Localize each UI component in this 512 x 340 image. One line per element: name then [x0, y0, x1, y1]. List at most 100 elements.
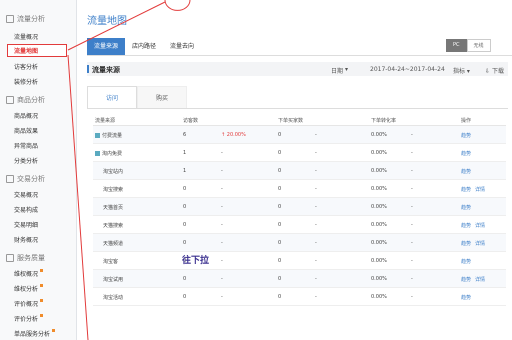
date-range[interactable]: 2017-04-24~2017-04-24 [370, 66, 445, 73]
sidebar-item-finance-overview[interactable]: 财务概况 [14, 235, 38, 244]
page-title: 流量地图 [87, 16, 127, 27]
sidebar-item-review-overview[interactable]: 评价概况 [14, 299, 44, 308]
sidebar-item-product-overview[interactable]: 商品概况 [14, 111, 38, 120]
chevron-down-icon[interactable]: ▾ [345, 66, 348, 73]
row-buyers: 0 [278, 204, 282, 210]
row-source: 淘内免费 [95, 150, 122, 157]
row-source: 淘宝活动 [103, 295, 124, 301]
col-visitors: 访客数 [183, 118, 199, 124]
divider [87, 108, 508, 109]
row-buyers: 0 [278, 240, 282, 246]
new-badge-icon [52, 329, 56, 332]
row-buyers: 0 [278, 258, 282, 264]
sidebar-item-abnormal-product[interactable]: 异常商品 [14, 141, 38, 150]
checkbox-icon[interactable] [95, 133, 100, 138]
product-icon [6, 96, 14, 104]
table-row: 淘内免费 1 - 0 - 0.00% - 趋势 [93, 144, 506, 162]
row-buyers: 0 [278, 168, 282, 174]
table-row: 天猫频道 0 - 0 - 0.00% - 趋势 详情 [93, 234, 506, 252]
detail-link[interactable]: 详情 [475, 222, 485, 229]
section-title: 流量来源 [92, 66, 120, 74]
row-conversion-trend: - [411, 204, 413, 210]
col-buyers: 下单买家数 [278, 118, 304, 124]
sidebar-section-product: 商品分析 [6, 95, 45, 105]
tab-traffic-source[interactable]: 流量来源 [87, 38, 126, 55]
row-conversion: 0.00% [371, 168, 387, 174]
table-row: 付费流量 6 ↑ 20.00% 0 - 0.00% - 趋势 [93, 126, 506, 144]
detail-link[interactable]: 详情 [475, 240, 485, 247]
subtab-purchase[interactable]: 购买 [137, 86, 188, 108]
trend-link[interactable]: 趋势 [461, 186, 471, 193]
row-conversion: 0.00% [371, 132, 387, 138]
row-buyers: 0 [278, 222, 282, 228]
row-conversion: 0.00% [371, 276, 387, 282]
sidebar-item-trade-overview[interactable]: 交易概况 [14, 190, 38, 199]
row-buyers-trend: - [315, 258, 317, 264]
sidebar-item-trade-composition[interactable]: 交易构成 [14, 205, 38, 214]
wireless-toggle-button[interactable]: 无线 [466, 39, 491, 52]
sidebar-section-trade: 交易分析 [6, 174, 45, 184]
trade-icon [6, 175, 14, 183]
new-badge-icon [40, 269, 44, 272]
row-conversion: 0.00% [371, 294, 387, 300]
row-source: 天猫首页 [103, 205, 124, 211]
col-conversion: 下单转化率 [371, 118, 397, 124]
sidebar-item-product-effect[interactable]: 商品效果 [14, 126, 38, 135]
sidebar-item-single-service[interactable]: 单品服务分析 [14, 329, 56, 338]
trend-link[interactable]: 趋势 [461, 222, 471, 229]
metric-dropdown[interactable]: 指标 ▾ [453, 66, 470, 75]
row-buyers-trend: - [315, 168, 317, 174]
trend-link[interactable]: 趋势 [461, 132, 471, 139]
row-conversion: 0.00% [371, 186, 387, 192]
row-visitors-trend: - [221, 222, 223, 228]
pc-toggle-button[interactable]: PC [446, 39, 467, 52]
sidebar-item-trade-detail[interactable]: 交易明细 [14, 220, 38, 229]
sidebar-item-traffic-map[interactable]: 流量地图 [7, 44, 67, 57]
row-buyers-trend: - [315, 204, 317, 210]
sidebar-item-decoration-analysis[interactable]: 装修分析 [14, 77, 38, 86]
row-conversion-trend: - [411, 276, 413, 282]
trend-link[interactable]: 趋势 [461, 168, 471, 175]
trend-link[interactable]: 趋势 [461, 276, 471, 283]
row-visitors: 0 [183, 222, 187, 228]
download-button[interactable]: ⇩ 下载 [485, 66, 504, 75]
checkbox-icon[interactable] [95, 151, 100, 156]
sidebar-item-review-analysis[interactable]: 评价分析 [14, 314, 44, 323]
trend-link[interactable]: 趋势 [461, 204, 471, 211]
sidebar-item-visitor-analysis[interactable]: 访客分析 [14, 62, 38, 71]
row-conversion: 0.00% [371, 204, 387, 210]
tab-traffic-destination[interactable]: 流量去向 [163, 38, 201, 55]
trend-link[interactable]: 趋势 [461, 150, 471, 157]
table-row: 淘宝站内 1 - 0 - 0.00% - 趋势 [93, 162, 506, 180]
row-visitors-trend: - [221, 168, 223, 174]
tab-store-path[interactable]: 店内路径 [125, 38, 163, 55]
sidebar-item-traffic-overview[interactable]: 流量概况 [14, 32, 38, 41]
detail-link[interactable]: 详情 [475, 186, 485, 193]
row-conversion: 0.00% [371, 258, 387, 264]
sidebar-item-rights-analysis[interactable]: 维权分析 [14, 284, 44, 293]
sidebar-section-service: 服务质量 [6, 253, 45, 263]
row-buyers-trend: - [315, 240, 317, 246]
row-buyers: 0 [278, 276, 282, 282]
trend-link[interactable]: 趋势 [461, 258, 471, 265]
row-visitors: 0 [183, 186, 187, 192]
row-conversion: 0.00% [371, 240, 387, 246]
detail-link[interactable]: 详情 [475, 276, 485, 283]
col-actions: 操作 [461, 118, 472, 124]
trend-link[interactable]: 趋势 [461, 240, 471, 247]
row-source: 淘宝站内 [103, 169, 124, 175]
date-label: 日期 [331, 68, 344, 75]
row-source: 天猫频道 [103, 241, 124, 247]
trend-link[interactable]: 趋势 [461, 294, 471, 301]
section-marker [87, 65, 89, 73]
subtab-visit[interactable]: 访问 [87, 86, 138, 108]
sidebar-item-rights-overview[interactable]: 维权概况 [14, 269, 44, 278]
sidebar-item-category-analysis[interactable]: 分类分析 [14, 156, 38, 165]
row-source: 淘宝客 [103, 259, 119, 265]
row-source: 付费流量 [95, 132, 122, 139]
row-visitors-trend: - [221, 204, 223, 210]
table-header: 流量来源 访客数 下单买家数 下单转化率 操作 [93, 114, 506, 126]
row-visitors-trend: - [221, 258, 223, 264]
row-conversion-trend: - [411, 150, 413, 156]
row-buyers-trend: - [315, 276, 317, 282]
